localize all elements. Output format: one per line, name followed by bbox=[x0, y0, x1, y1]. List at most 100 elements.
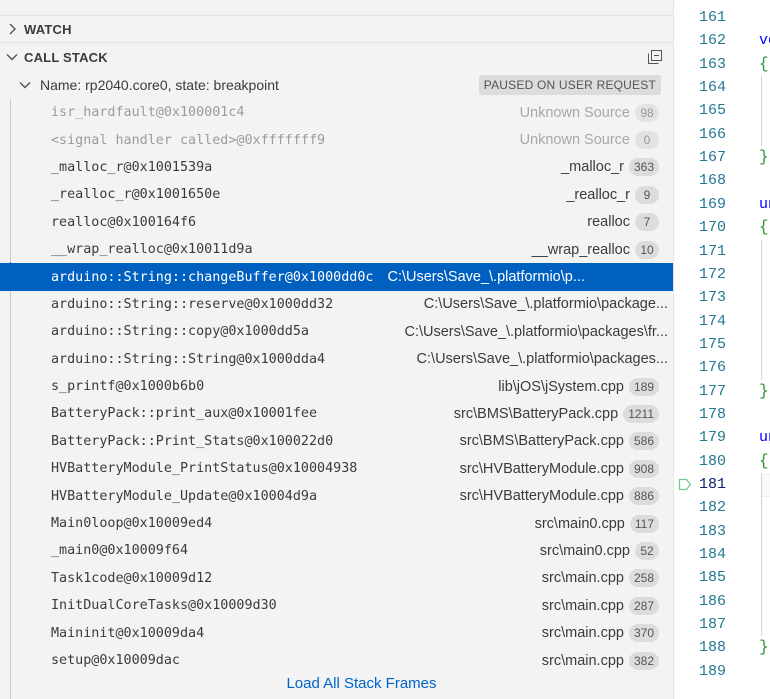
stack-frame-source: C:\Users\Save_\.platformio\package... bbox=[423, 296, 668, 313]
collapse-all-icon[interactable] bbox=[647, 49, 663, 65]
indent-guide bbox=[761, 473, 762, 637]
editor-line: 168 bbox=[674, 169, 770, 192]
chevron-down-icon bbox=[10, 80, 40, 90]
stack-frame-source: src\main0.cpp bbox=[539, 542, 630, 559]
call-stack-section-header[interactable]: CALL STACK bbox=[0, 44, 673, 70]
stack-frame-row[interactable]: BatteryPack::Print_Stats@0x100022d0 src\B… bbox=[0, 428, 673, 455]
editor-line: 161 bbox=[674, 6, 770, 29]
line-number: 184 bbox=[698, 546, 726, 564]
stack-frame-line-badge: 586 bbox=[628, 432, 659, 451]
stack-frame-line-badge: 908 bbox=[628, 459, 659, 478]
stack-frame-row[interactable]: setup@0x10009dac src\main.cpp 382 bbox=[0, 647, 673, 674]
line-number: 181 bbox=[698, 476, 726, 493]
stack-frame-line-badge: 189 bbox=[628, 377, 659, 396]
line-number: 164 bbox=[698, 79, 726, 97]
stack-frame-function: setup@0x10009dac bbox=[51, 653, 180, 668]
line-number: 176 bbox=[698, 359, 726, 377]
line-number: 167 bbox=[698, 149, 726, 167]
editor-line: 167 bbox=[674, 146, 770, 169]
stack-frame-function: arduino::String::changeBuffer@0x1000dd0c bbox=[51, 269, 374, 285]
stack-frame-source: lib\jOS\jSystem.cpp bbox=[498, 378, 624, 395]
editor-line: 185 bbox=[674, 566, 770, 589]
line-number: 168 bbox=[698, 172, 726, 190]
code-brace: { bbox=[759, 218, 769, 237]
stack-frame-row[interactable]: HVBatteryModule_PrintStatus@0x10004938 sr… bbox=[0, 455, 673, 482]
editor-line: 181 bbox=[674, 473, 770, 496]
current-line-highlight bbox=[761, 473, 770, 497]
stack-frame-row[interactable]: _main0@0x10009f64 src\main0.cpp 52 bbox=[0, 537, 673, 564]
editor-line: 175 bbox=[674, 333, 770, 356]
editor-line: 186 bbox=[674, 590, 770, 613]
editor-line: 174 bbox=[674, 310, 770, 333]
stack-frame-row[interactable]: arduino::String::reserve@0x1000dd32 C:\Us… bbox=[0, 291, 673, 318]
editor-line: 163 bbox=[674, 53, 770, 76]
editor-line: 182 bbox=[674, 496, 770, 519]
stack-frame-line-badge: 886 bbox=[628, 487, 659, 506]
line-number: 185 bbox=[698, 569, 726, 587]
code-editor[interactable]: 161 162 163 164 165 166 167 168 169 170 171 172 173 1… bbox=[673, 0, 770, 699]
stack-frame-function: s_printf@0x1000b6b0 bbox=[51, 379, 205, 395]
editor-line: 169 bbox=[674, 193, 770, 216]
stack-frame-row[interactable]: BatteryPack::print_aux@0x10001fee src\BMS… bbox=[0, 400, 673, 427]
stack-frame-source: src\main.cpp bbox=[541, 652, 624, 669]
stack-frame-row[interactable]: arduino::String::String@0x1000dda4 C:\Use… bbox=[0, 346, 673, 373]
stack-frame-source: C:\Users\Save_\.platformio\packages... bbox=[416, 351, 668, 368]
stack-frame-source: src\main0.cpp bbox=[534, 515, 625, 532]
line-number: 183 bbox=[698, 522, 726, 540]
stack-frame-row[interactable]: isr_hardfault@0x100001c4 Unknown Source 98 bbox=[0, 99, 673, 126]
stack-frame-row[interactable]: _realloc_r@0x1001650e _realloc_r 9 bbox=[0, 181, 673, 208]
line-number: 177 bbox=[698, 382, 726, 400]
line-number: 165 bbox=[698, 102, 726, 120]
line-number: 163 bbox=[698, 55, 726, 73]
editor-line: 176 bbox=[674, 356, 770, 379]
stack-frame-row[interactable]: InitDualCoreTasks@0x10009d30 src\main.cpp… bbox=[0, 592, 673, 619]
thread-label: Name: rp2040.core0, state: breakpoint bbox=[40, 77, 279, 93]
stack-frame-source: src\HVBatteryModule.cpp bbox=[459, 460, 624, 477]
stack-frame-source: C:\Users\Save_\.platformio\p... bbox=[387, 269, 585, 286]
editor-line: 166 bbox=[674, 123, 770, 146]
stack-frame-line-badge: 0 bbox=[635, 131, 659, 150]
stack-frame-source: _realloc_r bbox=[566, 186, 630, 203]
stack-frame-row[interactable]: s_printf@0x1000b6b0 lib\jOS\jSystem.cpp 18… bbox=[0, 373, 673, 400]
stack-frame-row[interactable]: realloc@0x100164f6 realloc 7 bbox=[0, 209, 673, 236]
stack-frame-row[interactable]: Task1code@0x10009d12 src\main.cpp 258 bbox=[0, 565, 673, 592]
editor-line: 165 bbox=[674, 99, 770, 122]
watch-section-title: WATCH bbox=[24, 21, 72, 37]
stack-frame-line-badge: 363 bbox=[628, 158, 659, 177]
stack-frame-source: Unknown Source bbox=[519, 104, 630, 121]
stack-frame-row[interactable]: _malloc_r@0x1001539a _malloc_r 363 bbox=[0, 154, 673, 181]
stack-frame-row[interactable]: __wrap_realloc@0x10011d9a __wrap_realloc 1… bbox=[0, 236, 673, 263]
stack-frame-source: __wrap_realloc bbox=[531, 241, 630, 258]
panel-top-divider bbox=[0, 0, 673, 16]
line-number: 166 bbox=[698, 125, 726, 143]
stack-frame-line-badge: 9 bbox=[635, 185, 659, 204]
line-number: 171 bbox=[698, 242, 726, 260]
stack-frame-row[interactable]: HVBatteryModule_Update@0x10004d9a src\HVB… bbox=[0, 482, 673, 509]
debug-sidebar: WATCH CALL STACK Name: rp2040.core0, sta… bbox=[0, 0, 673, 699]
code-brace: { bbox=[759, 451, 769, 470]
stack-frame-row[interactable]: <signal handler called>@0xfffffff9 Unknow… bbox=[0, 126, 673, 153]
line-number: 175 bbox=[698, 335, 726, 353]
stack-frame-line-badge: 287 bbox=[628, 596, 659, 615]
stack-frame-row[interactable]: Main0loop@0x10009ed4 src\main0.cpp 117 bbox=[0, 510, 673, 537]
load-all-stack-frames-link[interactable]: Load All Stack Frames bbox=[0, 675, 723, 692]
stack-frame-row[interactable]: arduino::String::copy@0x1000dd5a C:\Users… bbox=[0, 318, 673, 345]
stack-frame-line-badge: 98 bbox=[635, 103, 659, 122]
stack-frame-function: BatteryPack::print_aux@0x10001fee bbox=[51, 406, 318, 422]
stack-frame-source: src\BMS\BatteryPack.cpp bbox=[459, 433, 624, 450]
editor-line: 180 bbox=[674, 450, 770, 473]
stack-frame-line-badge: 7 bbox=[635, 213, 659, 232]
line-number: 174 bbox=[698, 312, 726, 330]
stack-frame-row[interactable]: Maininit@0x10009da4 src\main.cpp 370 bbox=[0, 619, 673, 646]
line-number: 170 bbox=[698, 219, 726, 237]
indent-guide bbox=[761, 76, 762, 147]
stack-frame-function: <signal handler called>@0xfffffff9 bbox=[51, 132, 326, 148]
editor-line: 178 bbox=[674, 403, 770, 426]
watch-section-header[interactable]: WATCH bbox=[0, 16, 673, 42]
chevron-right-icon bbox=[0, 23, 24, 35]
stack-frame-row[interactable]: arduino::String::changeBuffer@0x1000dd0c… bbox=[0, 263, 673, 291]
editor-line: 187 bbox=[674, 613, 770, 636]
stack-frame-function: arduino::String::copy@0x1000dd5a bbox=[51, 324, 309, 340]
code-brace: } bbox=[759, 381, 769, 400]
thread-row[interactable]: Name: rp2040.core0, state: breakpoint PA… bbox=[10, 71, 673, 99]
